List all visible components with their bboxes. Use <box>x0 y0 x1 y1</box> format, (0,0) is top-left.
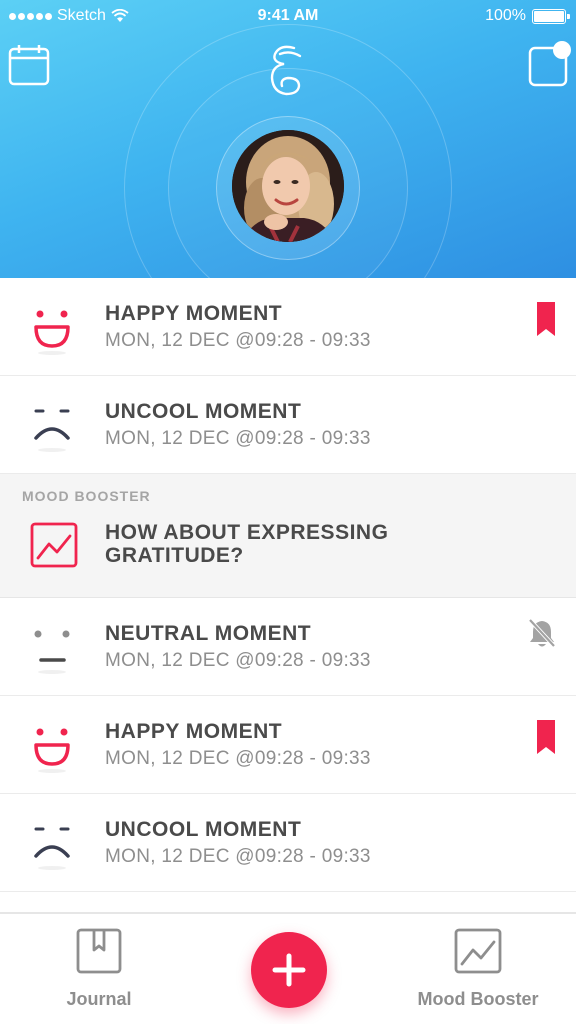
mood-booster-title: HOW ABOUT EXPRESSING GRATITUDE? <box>105 521 389 567</box>
tab-journal[interactable]: Journal <box>56 928 142 1010</box>
status-bar: Sketch 9:41 AM 100% <box>0 0 576 34</box>
moment-title: HAPPY MOMENT <box>105 720 283 743</box>
journal-book-icon <box>76 928 122 974</box>
tab-journal-label: Journal <box>66 989 132 1009</box>
calendar-icon[interactable] <box>8 44 50 86</box>
tab-mood-booster[interactable]: Mood Booster <box>408 928 548 1010</box>
moment-time: MON, 12 DEC @09:28 - 09:33 <box>105 428 371 449</box>
battery-percent: 100% <box>485 7 526 24</box>
moment-time: MON, 12 DEC @09:28 - 09:33 <box>105 846 371 867</box>
neutral-face-icon <box>34 630 70 674</box>
bookmark-icon[interactable] <box>537 302 555 336</box>
plus-icon <box>272 953 306 987</box>
moment-title: UNCOOL MOMENT <box>105 818 302 841</box>
tab-bar: Journal Mood Booster <box>0 912 576 1024</box>
mood-booster-label: MOOD BOOSTER <box>22 488 151 504</box>
moment-list: HAPPY MOMENT MON, 12 DEC @09:28 - 09:33 … <box>0 278 576 892</box>
list-item[interactable]: UNCOOL MOMENT MON, 12 DEC @09:28 - 09:33 <box>0 794 576 892</box>
add-moment-button[interactable] <box>251 932 327 1008</box>
profile-header: Sketch 9:41 AM 100% <box>0 0 576 278</box>
sad-face-icon <box>34 409 70 452</box>
list-item[interactable]: HAPPY MOMENT MON, 12 DEC @09:28 - 09:33 <box>0 696 576 794</box>
moment-time: MON, 12 DEC @09:28 - 09:33 <box>105 330 371 351</box>
avatar-photo <box>232 130 344 242</box>
status-battery: 100% <box>485 7 570 25</box>
chart-trend-icon <box>30 522 78 568</box>
mood-booster-card[interactable]: MOOD BOOSTER HOW ABOUT EXPRESSING GRATIT… <box>0 474 576 598</box>
list-item[interactable]: HAPPY MOMENT MON, 12 DEC @09:28 - 09:33 <box>0 278 576 376</box>
avatar[interactable] <box>232 130 344 242</box>
battery-icon <box>532 8 570 24</box>
sad-face-icon <box>34 827 70 870</box>
app-logo-swirl-icon <box>270 45 302 96</box>
moment-title: UNCOOL MOMENT <box>105 400 302 423</box>
happy-face-icon <box>34 310 70 355</box>
moment-time: MON, 12 DEC @09:28 - 09:33 <box>105 650 371 671</box>
moment-title: NEUTRAL MOMENT <box>105 622 312 645</box>
bell-muted-icon[interactable] <box>528 618 556 648</box>
list-item[interactable]: UNCOOL MOMENT MON, 12 DEC @09:28 - 09:33 <box>0 376 576 474</box>
notification-square-icon[interactable] <box>526 40 572 88</box>
moment-title: HAPPY MOMENT <box>105 302 283 325</box>
list-item[interactable]: NEUTRAL MOMENT MON, 12 DEC @09:28 - 09:3… <box>0 598 576 696</box>
tab-mood-booster-label: Mood Booster <box>417 989 539 1009</box>
happy-face-icon <box>34 728 70 773</box>
bookmark-icon[interactable] <box>537 720 555 754</box>
moment-time: MON, 12 DEC @09:28 - 09:33 <box>105 748 371 769</box>
mood-booster-chart-icon <box>454 928 502 974</box>
